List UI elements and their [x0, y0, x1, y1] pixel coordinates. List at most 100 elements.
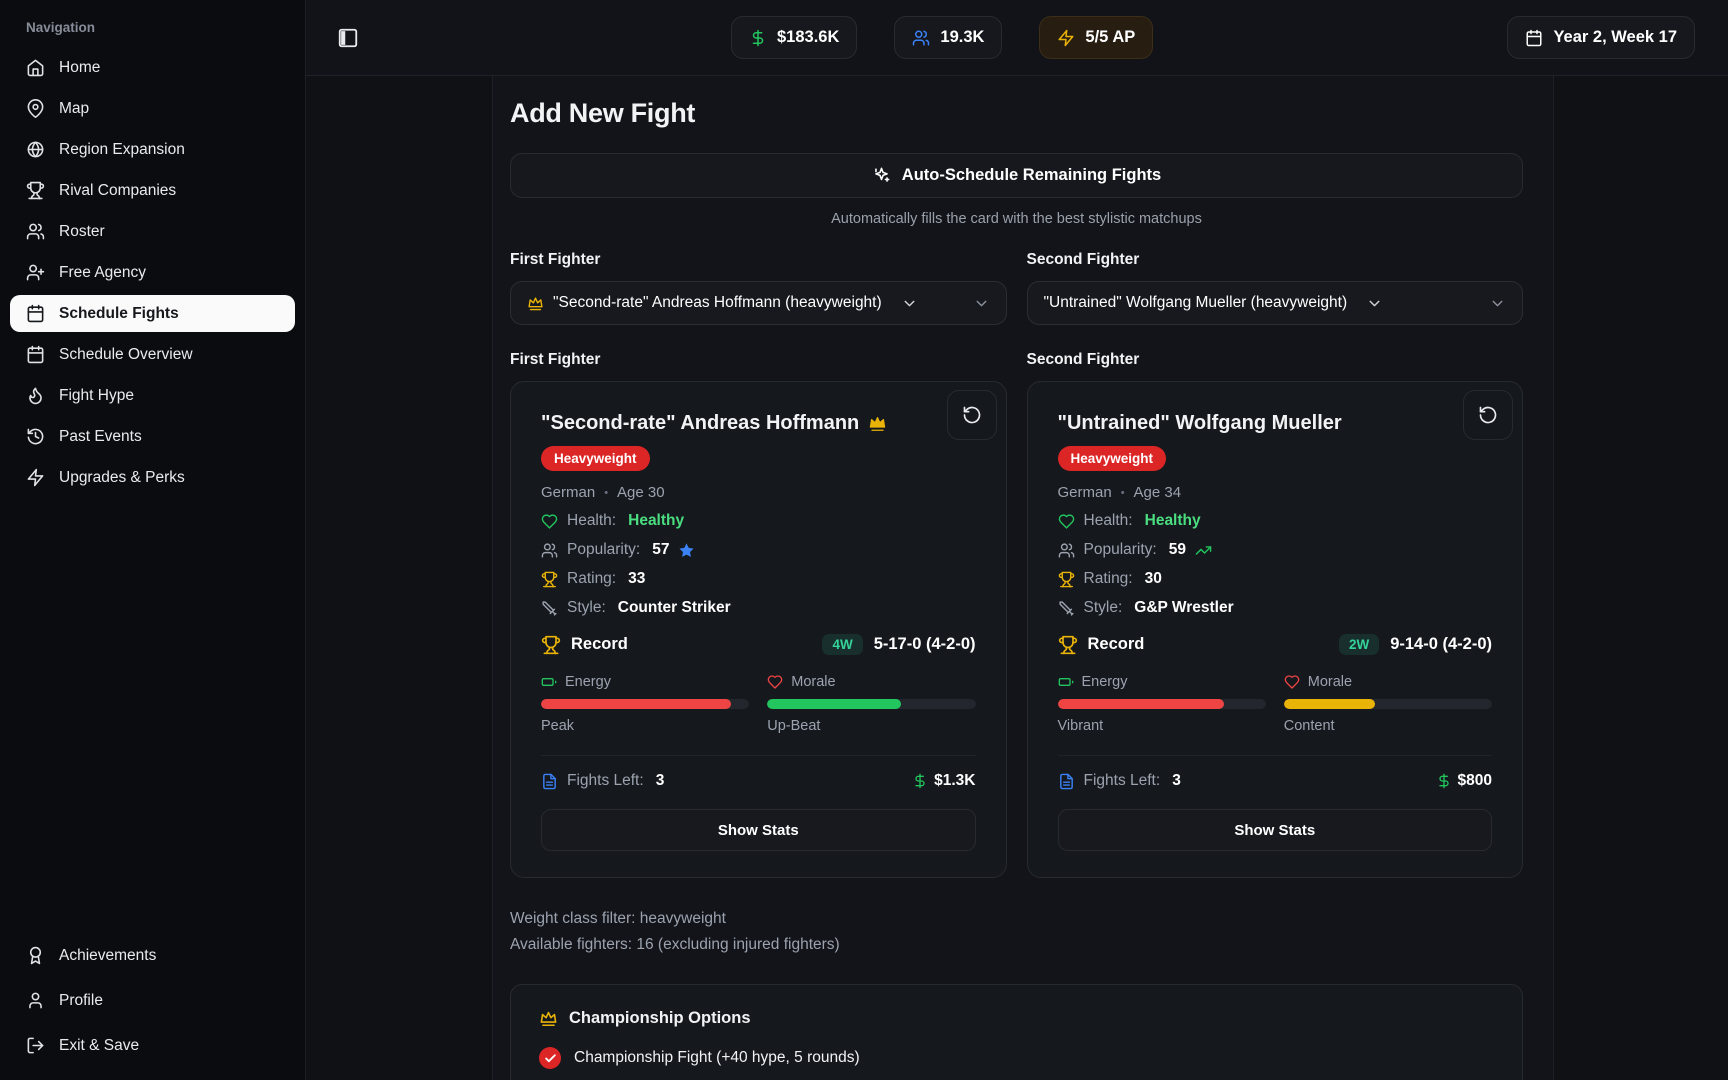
dollar-icon [912, 773, 928, 789]
sidebar-item-home[interactable]: Home [10, 49, 295, 86]
energy-status: Peak [541, 718, 749, 734]
sidebar-item-upgrades-perks[interactable]: Upgrades & Perks [10, 459, 295, 496]
health-row: Health: Healthy [541, 512, 976, 530]
rating-label: Rating: [1084, 570, 1133, 588]
users-icon [26, 222, 45, 241]
morale-bar-fill [767, 699, 900, 709]
trophy-icon [541, 571, 558, 588]
purse-value: $1.3K [934, 772, 975, 790]
sidebar-item-fight-hype[interactable]: Fight Hype [10, 377, 295, 414]
battery-icon [541, 674, 557, 690]
popularity-value: 59 [1169, 541, 1186, 559]
auto-schedule-label: Auto-Schedule Remaining Fights [902, 166, 1161, 185]
user-plus-icon [26, 263, 45, 282]
health-label: Health: [1084, 512, 1133, 530]
sidebar-toggle-button[interactable] [331, 21, 365, 55]
heart-icon [1058, 513, 1075, 530]
record-label: Record [571, 635, 628, 654]
money-pill[interactable]: $183.6K [731, 16, 857, 59]
trophy-icon [1058, 571, 1075, 588]
battery-icon [1058, 674, 1074, 690]
win-streak-badge: 4W [822, 634, 862, 655]
morale-label: Morale [1308, 674, 1352, 690]
energy-meter: Energy Peak [541, 674, 749, 734]
sidebar-item-label: Profile [59, 992, 103, 1010]
sidebar-item-free-agency[interactable]: Free Agency [10, 254, 295, 291]
sidebar-item-label: Upgrades & Perks [59, 469, 185, 487]
sidebar-item-label: Schedule Overview [59, 346, 193, 364]
fights-left-value: 3 [656, 772, 665, 790]
action-points-pill[interactable]: 5/5 AP [1039, 16, 1153, 59]
fans-icon [912, 29, 930, 47]
sidebar-item-label: Exit & Save [59, 1037, 139, 1055]
first-fighter-select-label: First Fighter [510, 251, 1007, 269]
style-row: Style: G&P Wrestler [1058, 599, 1493, 617]
sword-icon [541, 600, 558, 617]
crown-icon [539, 1009, 558, 1028]
sidebar-item-label: Home [59, 59, 100, 77]
content-panel: Add New Fight Auto-Schedule Remaining Fi… [492, 76, 1554, 1080]
first-fighter-select-value: "Second-rate" Andreas Hoffmann (heavywei… [553, 294, 882, 312]
first-fighter-select[interactable]: "Second-rate" Andreas Hoffmann (heavywei… [510, 281, 1007, 325]
flame-icon [26, 386, 45, 405]
rotate-ccw-icon [1478, 405, 1498, 425]
sidebar-item-exit-save[interactable]: Exit & Save [10, 1027, 295, 1064]
fighter-age: Age 34 [1134, 484, 1182, 501]
sidebar-item-map[interactable]: Map [10, 90, 295, 127]
morale-bar [767, 699, 975, 709]
energy-status: Vibrant [1058, 718, 1266, 734]
sidebar-item-region-expansion[interactable]: Region Expansion [10, 131, 295, 168]
fights-left-label: Fights Left: [567, 772, 644, 790]
energy-label: Energy [1082, 674, 1128, 690]
sparkles-icon [872, 166, 891, 185]
energy-bar-fill [541, 699, 731, 709]
filter-note: Weight class filter: heavyweight Availab… [510, 906, 1523, 958]
sidebar-item-rival-companies[interactable]: Rival Companies [10, 172, 295, 209]
style-label: Style: [1084, 599, 1123, 617]
sidebar-item-achievements[interactable]: Achievements [10, 937, 295, 974]
sidebar-item-schedule-overview[interactable]: Schedule Overview [10, 336, 295, 373]
sidebar-item-roster[interactable]: Roster [10, 213, 295, 250]
record-row: Record 4W 5-17-0 (4-2-0) [541, 634, 976, 655]
dollar-icon [749, 29, 767, 47]
style-value: Counter Striker [618, 599, 731, 617]
championship-fight-option[interactable]: Championship Fight (+40 hype, 5 rounds) [539, 1047, 1494, 1069]
map-pin-icon [26, 99, 45, 118]
chevron-down-icon [973, 295, 990, 312]
sidebar-item-label: Rival Companies [59, 182, 176, 200]
popularity-label: Popularity: [1084, 541, 1157, 559]
show-stats-button[interactable]: Show Stats [541, 809, 976, 851]
heart-icon [767, 674, 783, 690]
trending-up-icon [1195, 542, 1212, 559]
nav-section-label: Navigation [10, 20, 295, 35]
fans-pill[interactable]: 19.3K [894, 16, 1002, 59]
page-title: Add New Fight [510, 98, 1523, 129]
dollar-icon [1436, 773, 1452, 789]
purse-value: $800 [1458, 772, 1492, 790]
win-streak-badge: 2W [1339, 634, 1379, 655]
reroll-fighter-button[interactable] [947, 390, 997, 440]
championship-options-box: Championship Options Championship Fight … [510, 984, 1523, 1080]
morale-bar [1284, 699, 1492, 709]
sidebar-item-schedule-fights[interactable]: Schedule Fights [10, 295, 295, 332]
show-stats-button[interactable]: Show Stats [1058, 809, 1493, 851]
weight-class-badge: Heavyweight [541, 446, 650, 471]
fights-left-row: Fights Left: 3 $1.3K [541, 755, 976, 790]
rating-value: 33 [628, 570, 645, 588]
morale-meter: Morale Up-Beat [767, 674, 975, 734]
energy-bar-fill [1058, 699, 1225, 709]
sidebar-item-label: Free Agency [59, 264, 146, 282]
heart-icon [541, 513, 558, 530]
second-fighter-select[interactable]: "Untrained" Wolfgang Mueller (heavyweigh… [1027, 281, 1524, 325]
fights-left-label: Fights Left: [1084, 772, 1161, 790]
fighter-nationality: German [541, 484, 595, 501]
style-label: Style: [567, 599, 606, 617]
reroll-fighter-button[interactable] [1463, 390, 1513, 440]
fans-value: 19.3K [940, 28, 984, 47]
sidebar-item-past-events[interactable]: Past Events [10, 418, 295, 455]
auto-schedule-button[interactable]: Auto-Schedule Remaining Fights [510, 153, 1523, 198]
sidebar-item-profile[interactable]: Profile [10, 982, 295, 1019]
record-label: Record [1088, 635, 1145, 654]
calendar-icon [26, 304, 45, 323]
date-pill[interactable]: Year 2, Week 17 [1507, 16, 1695, 59]
